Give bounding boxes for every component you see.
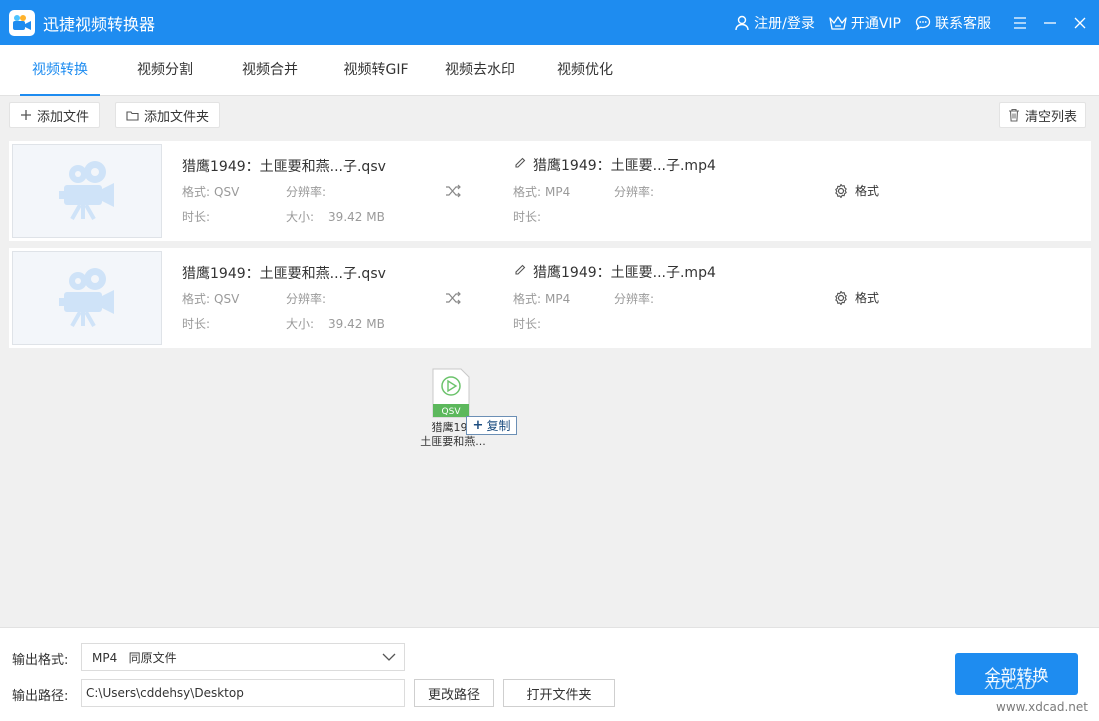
- tab-video-merge[interactable]: 视频合并: [240, 45, 300, 96]
- source-format-label: 格式:: [182, 185, 211, 199]
- output-path-input[interactable]: [81, 679, 405, 707]
- target-duration-label: 时长:: [513, 317, 542, 331]
- target-duration-label: 时长:: [513, 210, 542, 224]
- login-label: 注册/登录: [754, 15, 815, 32]
- format-settings-label: 格式: [855, 184, 880, 198]
- video-thumbnail: [12, 251, 162, 345]
- vip-link[interactable]: 开通VIP: [829, 13, 901, 33]
- clear-list-label: 清空列表: [1025, 109, 1078, 125]
- target-resolution-label: 分辨率:: [614, 185, 655, 199]
- user-icon: [735, 15, 749, 30]
- file-row: 猎鹰1949：土匪要和燕...子.qsv 格式: QSV 分辨率: 时长: 大小:…: [9, 141, 1091, 241]
- source-format-value: QSV: [214, 185, 240, 199]
- rename-pencil-icon[interactable]: [514, 157, 526, 169]
- output-path-label: 输出路径:: [12, 689, 69, 704]
- support-label: 联系客服: [935, 15, 991, 32]
- target-format-label: 格式:: [513, 185, 542, 199]
- open-folder-button[interactable]: 打开文件夹: [503, 679, 615, 707]
- rename-pencil-icon[interactable]: [514, 264, 526, 276]
- output-format-value: MP4 同原文件: [92, 650, 177, 665]
- source-size: 大小: 39.42 MB: [286, 208, 385, 225]
- menu-icon: [1014, 16, 1026, 29]
- target-resolution-label: 分辨率:: [614, 292, 655, 306]
- file-row: 猎鹰1949：土匪要和燕...子.qsv 格式: QSV 分辨率: 时长: 大小:…: [9, 248, 1091, 348]
- copy-tip-label: 复制: [486, 419, 511, 433]
- add-file-label: 添加文件: [37, 109, 90, 125]
- add-folder-label: 添加文件夹: [144, 109, 210, 125]
- minimize-icon: [1044, 21, 1056, 24]
- video-camera-icon: [59, 268, 114, 327]
- source-resolution-label: 分辨率:: [286, 185, 327, 199]
- target-file-name: 猎鹰1949：土匪要...子.mp4: [533, 158, 716, 174]
- format-settings-button[interactable]: 格式: [833, 182, 879, 199]
- title-bar: 迅捷视频转换器 注册/登录 开通VIP 联系客服: [0, 0, 1099, 45]
- source-size-value: 39.42 MB: [328, 317, 385, 331]
- add-folder-button[interactable]: 添加文件夹: [115, 102, 221, 128]
- add-file-button[interactable]: 添加文件: [9, 102, 101, 128]
- close-icon: [1074, 17, 1086, 28]
- source-format: 格式: QSV: [182, 290, 239, 307]
- app-title: 迅捷视频转换器: [43, 14, 156, 34]
- target-format: 格式: MP4: [513, 183, 570, 200]
- video-camera-icon: [59, 161, 114, 220]
- source-format: 格式: QSV: [182, 183, 239, 200]
- output-format-select[interactable]: MP4 同原文件: [81, 643, 405, 671]
- target-format-label: 格式:: [513, 292, 542, 306]
- vip-label: 开通VIP: [850, 15, 901, 32]
- dragged-file-label-line2: 土匪要和燕...: [420, 435, 486, 448]
- watermark-logo: XDCAD: [985, 677, 1036, 693]
- source-duration-label: 时长:: [182, 210, 211, 224]
- output-format-label: 输出格式:: [12, 653, 69, 668]
- shuffle-icon: [446, 184, 461, 198]
- folder-icon: [126, 110, 139, 121]
- change-path-button[interactable]: 更改路径: [414, 679, 494, 707]
- minimize-button[interactable]: [1035, 0, 1065, 45]
- menu-button[interactable]: [1005, 0, 1035, 45]
- copy-drop-tooltip: + 复制: [466, 416, 517, 435]
- target-format-value: MP4: [545, 292, 571, 306]
- close-button[interactable]: [1065, 0, 1095, 45]
- source-size-label: 大小:: [286, 317, 315, 331]
- clear-list-button[interactable]: 清空列表: [999, 102, 1087, 128]
- target-format: 格式: MP4: [513, 290, 570, 307]
- format-settings-button[interactable]: 格式: [833, 289, 879, 306]
- file-badge-text: QSV: [442, 407, 462, 417]
- source-resolution-label: 分辨率:: [286, 292, 327, 306]
- tab-bar: 视频转换 视频分割 视频合并 视频转GIF 视频去水印 视频优化: [0, 45, 1099, 96]
- crown-icon: [829, 15, 847, 30]
- tab-video-convert[interactable]: 视频转换: [20, 45, 100, 96]
- format-settings-label: 格式: [855, 291, 880, 305]
- copy-plus-icon: +: [472, 418, 484, 433]
- tab-video-split[interactable]: 视频分割: [135, 45, 195, 96]
- source-size: 大小: 39.42 MB: [286, 315, 385, 332]
- gear-icon: [835, 290, 847, 305]
- plus-icon: [21, 110, 31, 120]
- app-logo-icon: [9, 9, 35, 36]
- tab-remove-watermark[interactable]: 视频去水印: [443, 45, 517, 96]
- tab-video-optimize[interactable]: 视频优化: [555, 45, 615, 96]
- chevron-down-icon: [382, 653, 396, 661]
- target-format-value: MP4: [545, 185, 571, 199]
- source-size-value: 39.42 MB: [328, 210, 385, 224]
- gear-icon: [835, 183, 847, 198]
- tab-video-to-gif[interactable]: 视频转GIF: [342, 45, 410, 96]
- watermark-url: www.xdcad.net: [996, 700, 1088, 714]
- source-format-value: QSV: [214, 292, 240, 306]
- source-duration-label: 时长:: [182, 317, 211, 331]
- support-link[interactable]: 联系客服: [915, 13, 991, 33]
- target-file-name: 猎鹰1949：土匪要...子.mp4: [533, 265, 716, 281]
- dragged-qsv-file-icon[interactable]: QSV: [431, 368, 471, 418]
- source-format-label: 格式:: [182, 292, 211, 306]
- source-file-name: 猎鹰1949：土匪要和燕...子.qsv: [182, 266, 386, 282]
- chat-icon: [915, 15, 931, 30]
- shuffle-icon: [446, 291, 461, 305]
- login-link[interactable]: 注册/登录: [734, 13, 815, 33]
- source-file-name: 猎鹰1949：土匪要和燕...子.qsv: [182, 159, 386, 175]
- video-thumbnail: [12, 144, 162, 238]
- output-panel: 输出格式: MP4 同原文件 输出路径: 更改路径 打开文件夹 全部转换: [0, 627, 1099, 721]
- trash-icon: [1009, 108, 1019, 122]
- source-size-label: 大小:: [286, 210, 315, 224]
